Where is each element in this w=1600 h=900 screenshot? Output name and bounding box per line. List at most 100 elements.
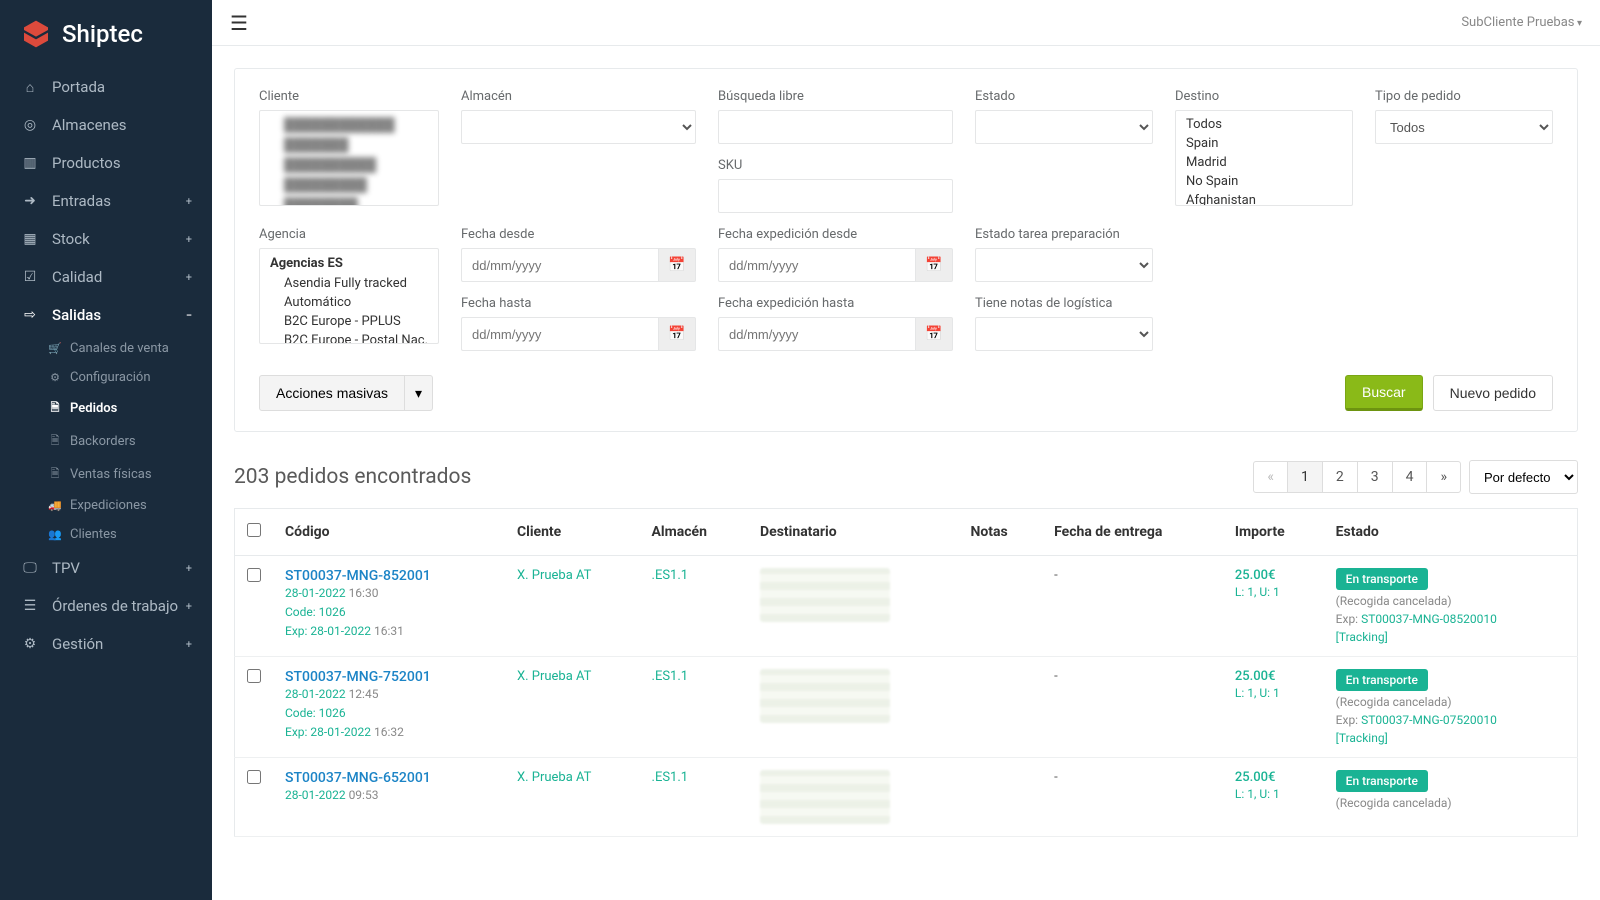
sub-backorders[interactable]: 🗎Backorders: [10, 425, 212, 458]
bulk-actions: Acciones masivas ▾: [259, 375, 433, 411]
destino-opt[interactable]: No Spain: [1176, 172, 1352, 191]
row-checkbox[interactable]: [247, 770, 261, 784]
almacen-select[interactable]: [461, 110, 696, 144]
page-prev[interactable]: «: [1254, 462, 1288, 492]
notas-log-select[interactable]: [975, 317, 1153, 351]
content: Cliente ████████████████████████████████…: [212, 46, 1600, 859]
sort-select[interactable]: Por defecto: [1469, 460, 1578, 494]
sidebar-item-calidad[interactable]: ☑Calidad+: [0, 258, 212, 296]
tracking-link[interactable]: [Tracking]: [1336, 630, 1388, 644]
page-3[interactable]: 3: [1358, 462, 1393, 492]
row-checkbox[interactable]: [247, 568, 261, 582]
estado-tarea-select[interactable]: [975, 248, 1153, 282]
sidebar-item-gestion[interactable]: ⚙Gestión+: [0, 625, 212, 663]
exp-link[interactable]: ST00037-MNG-07520010: [1361, 713, 1497, 727]
list-icon: ☰: [20, 598, 40, 614]
sidebar-item-salidas[interactable]: ⇨Salidas−: [0, 296, 212, 334]
label-fecha-hasta: Fecha hasta: [461, 296, 696, 311]
monitor-icon: 🖵: [20, 560, 40, 576]
tracking-link[interactable]: [Tracking]: [1336, 731, 1388, 745]
sidebar-item-entradas[interactable]: ➜Entradas+: [0, 182, 212, 220]
page-next[interactable]: »: [1427, 462, 1460, 492]
tipo-select[interactable]: Todos: [1375, 110, 1553, 144]
label-tipo: Tipo de pedido: [1375, 89, 1553, 104]
page-2[interactable]: 2: [1323, 462, 1358, 492]
entrega-cell: -: [1042, 556, 1223, 657]
calendar-icon[interactable]: 📅: [658, 248, 696, 282]
sidebar-item-portada[interactable]: ⌂Portada: [0, 68, 212, 106]
status-exp: Exp: ST00037-MNG-07520010: [1336, 713, 1565, 727]
orders-table: Código Cliente Almacén Destinatario Nota…: [234, 508, 1578, 837]
busqueda-input[interactable]: [718, 110, 953, 144]
user-menu[interactable]: SubCliente Pruebas: [1461, 15, 1582, 30]
sidebar: Shiptec ⌂Portada ◎Almacenes ▥Productos ➜…: [0, 0, 212, 900]
agencia-opt[interactable]: B2C Europe - Postal Nac.: [260, 331, 438, 344]
estado-select[interactable]: [975, 110, 1153, 144]
sidebar-item-ordenes[interactable]: ☰Órdenes de trabajo+: [0, 587, 212, 625]
bulk-actions-caret[interactable]: ▾: [405, 375, 433, 411]
nav-label: Órdenes de trabajo: [52, 597, 178, 615]
sub-config[interactable]: ⚙Configuración: [10, 363, 212, 392]
brand-text: Shiptec: [62, 20, 143, 48]
plus-icon: +: [186, 562, 192, 575]
sidebar-item-tpv[interactable]: 🖵 TPV +: [0, 549, 212, 587]
calendar-icon[interactable]: 📅: [915, 248, 953, 282]
fecha-hasta-input[interactable]: [461, 317, 658, 351]
page-4[interactable]: 4: [1393, 462, 1428, 492]
status-badge: En transporte: [1336, 770, 1428, 792]
destino-opt[interactable]: Afghanistan: [1176, 191, 1352, 206]
hamburger-icon[interactable]: ☰: [230, 11, 248, 35]
destino-opt[interactable]: Todos: [1176, 115, 1352, 134]
sub-expediciones[interactable]: 🚚Expediciones: [10, 491, 212, 520]
nav-label: Salidas: [52, 306, 101, 324]
order-date: 28-01-2022 12:45: [285, 685, 493, 704]
bulk-actions-button[interactable]: Acciones masivas: [259, 375, 405, 411]
agencia-select[interactable]: Agencias ES Asendia Fully tracked Automá…: [259, 248, 439, 344]
order-code-link[interactable]: ST00037-MNG-652001: [285, 770, 493, 786]
sub-canales[interactable]: 🛒Canales de venta: [10, 334, 212, 363]
order-date: 28-01-2022 09:53: [285, 786, 493, 805]
sidebar-item-almacenes[interactable]: ◎Almacenes: [0, 106, 212, 144]
search-button[interactable]: Buscar: [1345, 375, 1423, 411]
label-fecha-desde: Fecha desde: [461, 227, 696, 242]
fecha-exp-hasta-input[interactable]: [718, 317, 915, 351]
sku-input[interactable]: [718, 179, 953, 213]
th-destinatario: Destinatario: [748, 509, 958, 556]
lu-cell: L: 1, U: 1: [1235, 583, 1312, 602]
row-checkbox[interactable]: [247, 669, 261, 683]
calendar-icon[interactable]: 📅: [658, 317, 696, 351]
cogs-icon: ⚙: [20, 636, 40, 652]
destino-select[interactable]: Todos Spain Madrid No Spain Afghanistan: [1175, 110, 1353, 206]
new-order-button[interactable]: Nuevo pedido: [1433, 375, 1553, 411]
order-code-link[interactable]: ST00037-MNG-752001: [285, 669, 493, 685]
agencia-opt[interactable]: B2C Europe - PPLUS: [260, 312, 438, 331]
label-busqueda: Búsqueda libre: [718, 89, 953, 104]
cliente-cell: X. Prueba AT: [517, 770, 591, 785]
sub-clientes[interactable]: 👥Clientes: [10, 520, 212, 549]
cliente-select[interactable]: ████████████████████████████████████████…: [259, 110, 439, 206]
sidebar-item-stock[interactable]: ▦Stock+: [0, 220, 212, 258]
importe-cell: 25.00€: [1235, 568, 1312, 583]
file-icon: 🗎: [48, 465, 62, 484]
filter-panel: Cliente ████████████████████████████████…: [234, 68, 1578, 432]
destino-opt[interactable]: Spain: [1176, 134, 1352, 153]
almacen-cell: .ES1.1: [652, 770, 689, 785]
nav-label: TPV: [52, 559, 80, 577]
sidebar-nav: ⌂Portada ◎Almacenes ▥Productos ➜Entradas…: [0, 68, 212, 663]
fecha-exp-desde-input[interactable]: [718, 248, 915, 282]
fecha-desde-input[interactable]: [461, 248, 658, 282]
calendar-icon[interactable]: 📅: [915, 317, 953, 351]
agencia-opt[interactable]: Automático: [260, 293, 438, 312]
destinatario-redacted: [760, 568, 890, 622]
label-cliente: Cliente: [259, 89, 439, 104]
sub-ventas[interactable]: 🗎Ventas físicas: [10, 458, 212, 491]
sidebar-item-productos[interactable]: ▥Productos: [0, 144, 212, 182]
agencia-opt[interactable]: Asendia Fully tracked: [260, 274, 438, 293]
exp-link[interactable]: ST00037-MNG-08520010: [1361, 612, 1497, 626]
select-all-checkbox[interactable]: [247, 523, 261, 537]
page-1[interactable]: 1: [1288, 462, 1323, 492]
order-code-link[interactable]: ST00037-MNG-852001: [285, 568, 493, 584]
sub-pedidos[interactable]: 🗎Pedidos: [10, 392, 212, 425]
agencia-group: Agencias ES: [260, 253, 438, 274]
destino-opt[interactable]: Madrid: [1176, 153, 1352, 172]
